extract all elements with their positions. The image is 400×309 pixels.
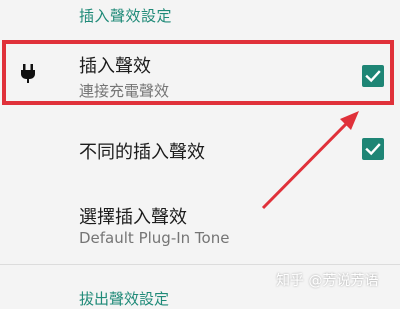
- setting-title-choose-plug-in-sound: 選擇插入聲效: [79, 207, 187, 228]
- section-divider: [0, 264, 400, 265]
- section-header-plug-in-sound: 插入聲效設定: [79, 7, 173, 25]
- checkbox-plug-in-sound[interactable]: [362, 65, 384, 87]
- watermark: 知乎 @芳说芳语: [276, 273, 379, 289]
- checkbox-different-plug-in-sound[interactable]: [362, 138, 384, 160]
- setting-subtitle-plug-in-sound: 連接充電聲效: [79, 82, 170, 100]
- settings-screen: 插入聲效設定 插入聲效 連接充電聲效 不同的插入聲效 選擇插入聲效 Defaul…: [0, 0, 400, 308]
- section-header-unplug-sound: 拔出聲效設定: [79, 290, 170, 308]
- checkmark-icon: [365, 70, 381, 83]
- setting-title-different-plug-in-sound: 不同的插入聲效: [79, 142, 205, 163]
- setting-subtitle-choose-plug-in-sound: Default Plug-In Tone: [79, 229, 230, 247]
- setting-title-plug-in-sound: 插入聲效: [79, 56, 151, 77]
- highlight-annotation-box: [2, 40, 394, 105]
- checkmark-icon: [365, 143, 381, 156]
- plug-icon: [16, 61, 40, 85]
